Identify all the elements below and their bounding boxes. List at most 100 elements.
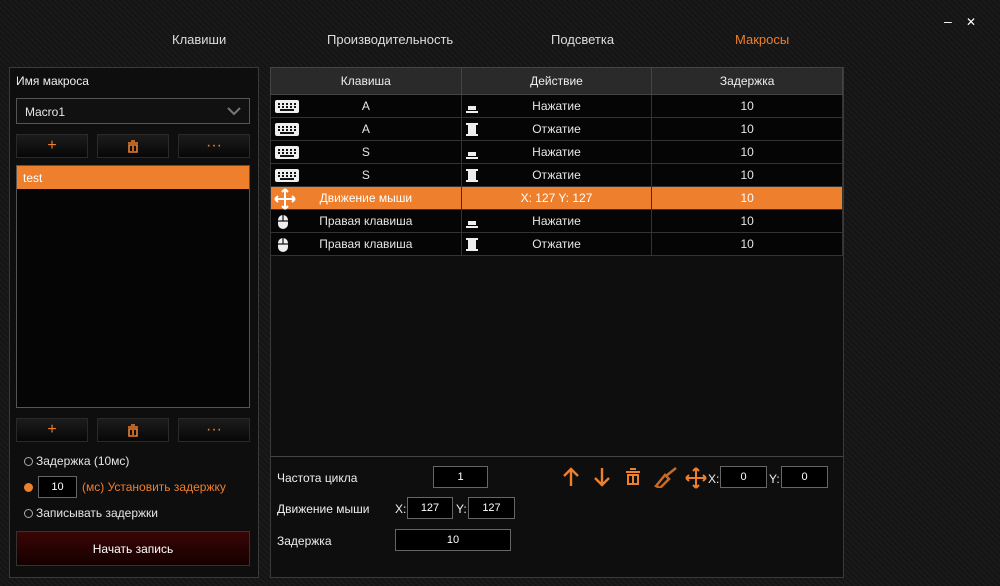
radio-label: Записывать задержки	[36, 506, 158, 520]
action-cell: X: 127 Y: 127	[460, 186, 653, 210]
key-text: A	[361, 99, 370, 113]
table-row[interactable]: A Отжатие 10	[270, 117, 843, 141]
key-cell: Движение мыши	[270, 186, 462, 210]
action-text: Отжатие	[532, 168, 581, 182]
key-release-icon	[465, 238, 478, 251]
delay-cell: 10	[651, 140, 843, 164]
action-cell: Нажатие	[460, 140, 653, 164]
action-text: Нажатие	[532, 214, 581, 228]
radio-set-delay[interactable]: 10 (мс) Установить задержку	[24, 476, 226, 498]
delay-cell: 10	[651, 117, 843, 141]
col-key[interactable]: Клавиша	[270, 67, 462, 95]
mouse-move-label: Движение мыши	[277, 502, 370, 516]
more-icon: ···	[206, 421, 222, 438]
plus-icon: +	[47, 421, 57, 438]
clear-brush-icon[interactable]	[652, 466, 678, 488]
table-row[interactable]: Правая клавиша Нажатие 10	[270, 209, 843, 233]
delay-input[interactable]: 10	[38, 476, 77, 498]
mouse-icon	[278, 238, 288, 252]
trash-icon	[128, 423, 138, 437]
more-action-button[interactable]: ···	[178, 418, 250, 442]
radio-icon	[24, 482, 33, 492]
mouse-icon	[278, 215, 288, 229]
key-text: S	[361, 145, 370, 159]
key-release-icon	[465, 123, 478, 136]
delete-action-button[interactable]	[97, 418, 169, 442]
keyboard-icon	[275, 146, 299, 159]
delay-cell: 10	[651, 94, 843, 118]
delay-value-input[interactable]: 10	[395, 529, 511, 551]
action-text: Отжатие	[532, 237, 581, 251]
radio-label: Задержка (10мс)	[36, 454, 130, 468]
tab-keys[interactable]: Клавиши	[172, 32, 226, 47]
more-icon: ···	[206, 137, 222, 154]
macro-select-value: Macro1	[25, 105, 66, 119]
move-up-icon[interactable]	[562, 467, 580, 487]
key-press-icon	[465, 152, 478, 159]
keyboard-icon	[275, 169, 299, 182]
radio-record-delays[interactable]: Записывать задержки	[24, 506, 158, 520]
delete-macro-button[interactable]	[97, 134, 169, 158]
add-action-button[interactable]: +	[16, 418, 88, 442]
key-release-icon	[465, 169, 478, 182]
key-text: A	[361, 122, 370, 136]
key-cell: A	[270, 117, 462, 141]
table-row[interactable]: S Отжатие 10	[270, 163, 843, 187]
offset-x-input[interactable]: 0	[720, 466, 767, 488]
y-label: Y:	[769, 472, 780, 486]
actions-table: Клавиша Действие Задержка A Нажатие 10 A Отж…	[270, 67, 843, 256]
action-cell: Отжатие	[460, 163, 653, 187]
y-label: Y:	[456, 502, 467, 516]
minimize-button[interactable]: –	[944, 13, 952, 29]
radio-icon	[24, 508, 33, 518]
plus-icon: +	[47, 137, 57, 154]
macro-select[interactable]: Macro1	[16, 98, 250, 124]
mouse-y-input[interactable]: 127	[468, 497, 515, 519]
key-text: Правая клавиша	[319, 237, 413, 251]
macro-list[interactable]: test	[16, 165, 250, 408]
close-button[interactable]: ✕	[966, 15, 976, 29]
key-text: S	[361, 168, 370, 182]
chevron-down-icon	[227, 107, 241, 116]
divider	[271, 456, 843, 457]
table-row[interactable]: Движение мыши X: 127 Y: 127 10	[270, 186, 843, 210]
key-cell: S	[270, 140, 462, 164]
mouse-x-input[interactable]: 127	[407, 497, 453, 519]
radio-icon	[24, 456, 33, 466]
key-press-icon	[465, 221, 478, 228]
action-text: Нажатие	[532, 145, 581, 159]
list-item[interactable]: test	[17, 166, 249, 189]
delay-cell: 10	[651, 186, 843, 210]
table-row[interactable]: Правая клавиша Отжатие 10	[270, 232, 843, 256]
offset-y-input[interactable]: 0	[781, 466, 828, 488]
cycle-label: Частота цикла	[277, 471, 358, 485]
trash-icon[interactable]	[625, 468, 641, 486]
cycle-input[interactable]: 1	[433, 466, 488, 488]
table-row[interactable]: A Нажатие 10	[270, 94, 843, 118]
radio-label: (мс) Установить задержку	[82, 480, 226, 494]
tab-macros[interactable]: Макросы	[735, 32, 789, 47]
action-cell: Нажатие	[460, 94, 653, 118]
more-macro-button[interactable]: ···	[178, 134, 250, 158]
add-macro-button[interactable]: +	[16, 134, 88, 158]
x-label: X:	[708, 472, 720, 486]
delay-cell: 10	[651, 209, 843, 233]
col-action[interactable]: Действие	[460, 67, 653, 95]
key-cell: Правая клавиша	[270, 209, 462, 233]
key-cell: Правая клавиша	[270, 232, 462, 256]
x-label: X:	[395, 502, 407, 516]
radio-default-delay[interactable]: Задержка (10мс)	[24, 454, 129, 468]
start-recording-button[interactable]: Начать запись	[16, 531, 250, 566]
tab-performance[interactable]: Производительность	[327, 32, 453, 47]
macro-name-label: Имя макроса	[16, 74, 89, 88]
keyboard-icon	[275, 123, 299, 136]
action-cell: Отжатие	[460, 117, 653, 141]
col-delay[interactable]: Задержка	[651, 67, 843, 95]
move-down-icon[interactable]	[593, 467, 611, 487]
delay-label: Задержка	[277, 534, 332, 548]
table-row[interactable]: S Нажатие 10	[270, 140, 843, 164]
key-text: Движение мыши	[319, 191, 413, 205]
action-cell: Нажатие	[460, 209, 653, 233]
tab-lighting[interactable]: Подсветка	[551, 32, 614, 47]
action-cell: Отжатие	[460, 232, 653, 256]
